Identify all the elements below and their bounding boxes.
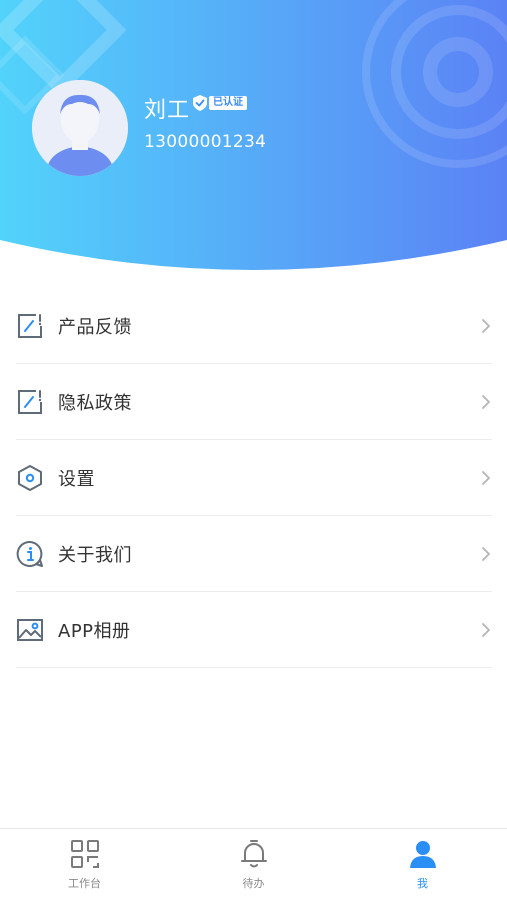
chevron-right-icon <box>482 547 490 561</box>
menu-item-label: 隐私政策 <box>58 392 132 414</box>
chevron-right-icon <box>482 623 490 637</box>
settings-hexagon-icon <box>16 464 44 492</box>
menu-item-about[interactable]: 关于我们 <box>16 516 492 592</box>
menu-item-label: 设置 <box>58 468 95 490</box>
tab-todo[interactable]: 待办 <box>169 829 338 900</box>
user-name: 刘工 <box>144 98 191 123</box>
tab-label: 工作台 <box>68 877 101 890</box>
menu-item-album[interactable]: APP相册 <box>16 592 492 668</box>
verified-badge: 已认证 <box>192 94 247 112</box>
profile-header: 刘工 已认证 13000001234 <box>0 0 507 272</box>
menu-item-label: 产品反馈 <box>58 316 132 338</box>
menu-item-label: APP相册 <box>58 620 131 642</box>
chevron-right-icon <box>482 395 490 409</box>
tab-me[interactable]: 我 <box>338 829 507 900</box>
avatar[interactable] <box>32 80 128 176</box>
image-album-icon <box>16 616 44 644</box>
privacy-edit-icon <box>16 388 44 416</box>
avatar-person-icon <box>32 80 128 176</box>
shield-check-icon <box>193 95 207 111</box>
tab-label: 我 <box>417 877 428 890</box>
grid-workbench-icon <box>68 837 102 871</box>
menu-item-settings[interactable]: 设置 <box>16 440 492 516</box>
person-icon <box>406 837 440 871</box>
tab-label: 待办 <box>242 877 265 890</box>
menu-item-feedback[interactable]: 产品反馈 <box>16 288 492 364</box>
feedback-edit-icon <box>16 312 44 340</box>
chevron-right-icon <box>482 319 490 333</box>
bottom-tab-bar: 工作台 待办 我 <box>0 828 507 900</box>
verified-label: 已认证 <box>209 96 247 110</box>
info-icon <box>16 540 44 568</box>
bell-icon <box>237 837 271 871</box>
user-phone: 13000001234 <box>144 132 267 152</box>
tab-workbench[interactable]: 工作台 <box>0 829 169 900</box>
menu-item-privacy[interactable]: 隐私政策 <box>16 364 492 440</box>
settings-menu: 产品反馈 隐私政策 设置 关于我们 APP相册 <box>16 288 492 668</box>
chevron-right-icon <box>482 471 490 485</box>
menu-item-label: 关于我们 <box>58 544 132 566</box>
